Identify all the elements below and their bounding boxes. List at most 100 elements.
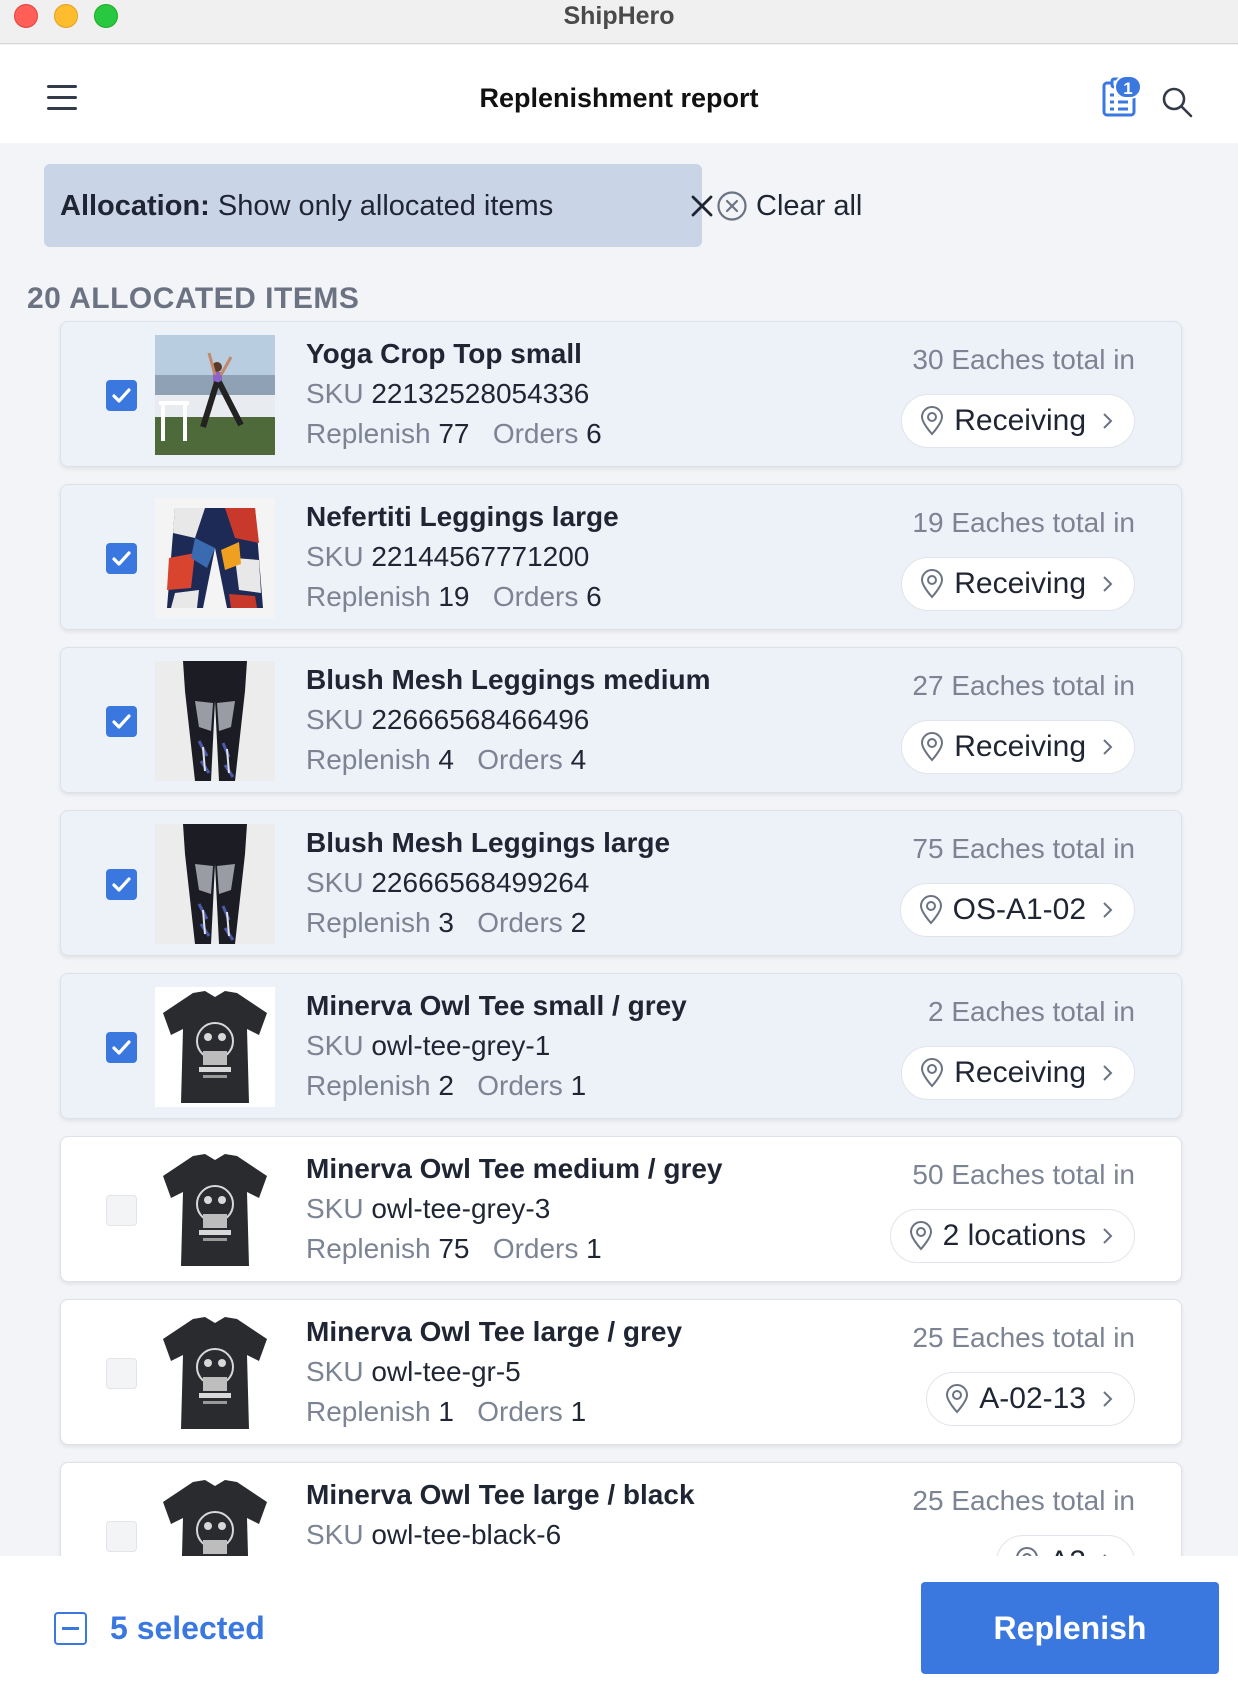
sku-label: SKU xyxy=(306,1519,364,1550)
eaches-total: 25 Eaches total in xyxy=(912,1322,1135,1353)
checkbox-checked-icon[interactable] xyxy=(106,543,137,574)
orders-value: 1 xyxy=(586,1233,602,1264)
product-meta: Replenish 19 Orders 6 xyxy=(306,581,602,613)
orders-label: Orders xyxy=(492,1233,579,1264)
selected-count: 5 selected xyxy=(110,1610,265,1646)
checkbox[interactable] xyxy=(106,1358,137,1389)
location-pin-icon xyxy=(1016,1547,1039,1556)
sku-value: owl-tee-gr-5 xyxy=(371,1356,521,1387)
product-name: Yoga Crop Top small xyxy=(306,338,582,369)
clear-all-button[interactable]: Clear all xyxy=(716,188,862,224)
item-list: Yoga Crop Top small SKU 22132528054336 Rep… xyxy=(0,318,1238,1556)
orders-value: 6 xyxy=(586,581,602,612)
sku-label: SKU xyxy=(306,1193,364,1224)
orders-value: 4 xyxy=(570,744,587,775)
chevron-right-icon xyxy=(1103,739,1113,755)
app-header: Replenishment report 1 xyxy=(0,45,1238,143)
clear-circle-icon xyxy=(717,191,747,221)
menu-icon[interactable] xyxy=(47,85,77,111)
orders-value: 6 xyxy=(586,418,602,449)
location-label: 2 locations xyxy=(942,1219,1086,1252)
replenish-value: 2 xyxy=(438,1070,454,1101)
list-item[interactable]: Blush Mesh Leggings large SKU 22666568499… xyxy=(60,810,1182,956)
location-button[interactable]: Receiving xyxy=(901,1046,1135,1100)
checkbox[interactable] xyxy=(106,1521,137,1552)
sku-label: SKU xyxy=(306,1030,364,1061)
location-label: Receiving xyxy=(954,567,1086,600)
product-thumbnail xyxy=(155,1150,275,1270)
location-button[interactable]: A2 xyxy=(996,1535,1135,1556)
page-title: Replenishment report xyxy=(479,83,759,113)
product-sku: SKU 22666568466496 xyxy=(306,704,589,736)
checkbox[interactable] xyxy=(106,1195,137,1226)
sku-value: 22666568499264 xyxy=(371,867,590,898)
product-name: Minerva Owl Tee medium / grey xyxy=(306,1153,723,1184)
replenish-value: 4 xyxy=(438,744,454,775)
sku-value: owl-tee-grey-1 xyxy=(371,1030,551,1061)
location-button[interactable]: Receiving xyxy=(901,394,1135,448)
product-meta: Replenish 75 Orders 1 xyxy=(306,1233,602,1265)
sku-value: 22666568466496 xyxy=(371,704,590,735)
replenish-button[interactable]: Replenish xyxy=(921,1582,1219,1674)
sku-label: SKU xyxy=(306,1356,364,1387)
checkbox-checked-icon[interactable] xyxy=(106,380,137,411)
replenish-label: Replenish xyxy=(306,418,431,449)
product-meta: Replenish 77 Orders 6 xyxy=(306,418,602,450)
list-item[interactable]: Nefertiti Leggings large SKU 221445677712… xyxy=(60,484,1182,630)
location-pin-icon xyxy=(919,895,942,925)
location-button[interactable]: A-02-13 xyxy=(926,1372,1135,1426)
eaches-total: 2 Eaches total in xyxy=(927,996,1135,1027)
list-item[interactable]: Minerva Owl Tee medium / grey SKU owl-tee… xyxy=(60,1136,1182,1282)
location-label: OS-A1-02 xyxy=(952,893,1086,926)
product-name: Minerva Owl Tee large / black xyxy=(306,1479,695,1510)
replenish-value: 77 xyxy=(438,418,470,449)
product-name: Blush Mesh Leggings large xyxy=(306,827,671,858)
close-icon[interactable] xyxy=(686,190,718,222)
replenish-label: Replenish xyxy=(306,744,431,775)
product-thumbnail xyxy=(155,1476,275,1556)
location-button[interactable]: 2 locations xyxy=(889,1209,1135,1263)
orders-value: 2 xyxy=(570,907,587,938)
section-heading: 20 ALLOCATED ITEMS xyxy=(27,282,360,315)
location-label: Receiving xyxy=(954,730,1086,763)
sku-label: SKU xyxy=(306,867,364,898)
product-thumbnail xyxy=(155,987,275,1107)
window-title: ShipHero xyxy=(563,2,675,30)
report-badge: 1 xyxy=(1114,75,1142,99)
list-item[interactable]: Minerva Owl Tee small / grey SKU owl-tee-… xyxy=(60,973,1182,1119)
chevron-right-icon xyxy=(1103,413,1113,429)
sku-label: SKU xyxy=(306,378,364,409)
minus-checkbox-icon[interactable] xyxy=(54,1612,87,1645)
product-name: Minerva Owl Tee small / grey xyxy=(306,990,687,1021)
sku-label: SKU xyxy=(306,541,364,572)
location-button[interactable]: OS-A1-02 xyxy=(899,883,1135,937)
list-item[interactable]: Minerva Owl Tee large / grey SKU owl-tee-… xyxy=(60,1299,1182,1445)
chevron-right-icon xyxy=(1103,576,1113,592)
allocation-filter-chip[interactable]: Allocation: Show only allocated items xyxy=(44,164,713,247)
checkbox-checked-icon[interactable] xyxy=(106,1032,137,1063)
clear-all-label: Clear all xyxy=(756,189,863,222)
location-label: Receiving xyxy=(954,1056,1086,1089)
sku-value: 22132528054336 xyxy=(371,378,590,409)
product-sku: SKU 22666568499264 xyxy=(306,867,589,899)
bottom-action-bar: 5 selected Replenish xyxy=(0,1556,1238,1702)
product-sku: SKU 22144567771200 xyxy=(306,541,589,573)
orders-label: Orders xyxy=(477,1070,563,1101)
replenish-label: Replenish xyxy=(306,581,431,612)
orders-label: Orders xyxy=(477,744,563,775)
product-meta: Replenish 3 Orders 2 xyxy=(306,907,586,939)
list-item[interactable]: Yoga Crop Top small SKU 22132528054336 Rep… xyxy=(60,321,1182,467)
checkbox-checked-icon[interactable] xyxy=(106,706,137,737)
location-pin-icon xyxy=(946,1384,969,1414)
filter-chip-label: Allocation: xyxy=(60,190,210,222)
location-button[interactable]: Receiving xyxy=(901,720,1135,774)
list-item[interactable]: Minerva Owl Tee large / black SKU owl-tee… xyxy=(60,1462,1182,1556)
location-button[interactable]: Receiving xyxy=(901,557,1135,611)
eaches-total: 25 Eaches total in xyxy=(912,1485,1135,1516)
product-sku: SKU owl-tee-grey-1 xyxy=(306,1030,550,1062)
list-item[interactable]: Blush Mesh Leggings medium SKU 2266656846… xyxy=(60,647,1182,793)
product-thumbnail xyxy=(155,335,275,455)
search-icon[interactable] xyxy=(1160,85,1194,119)
checkbox-checked-icon[interactable] xyxy=(106,869,137,900)
eaches-total: 75 Eaches total in xyxy=(912,833,1135,864)
